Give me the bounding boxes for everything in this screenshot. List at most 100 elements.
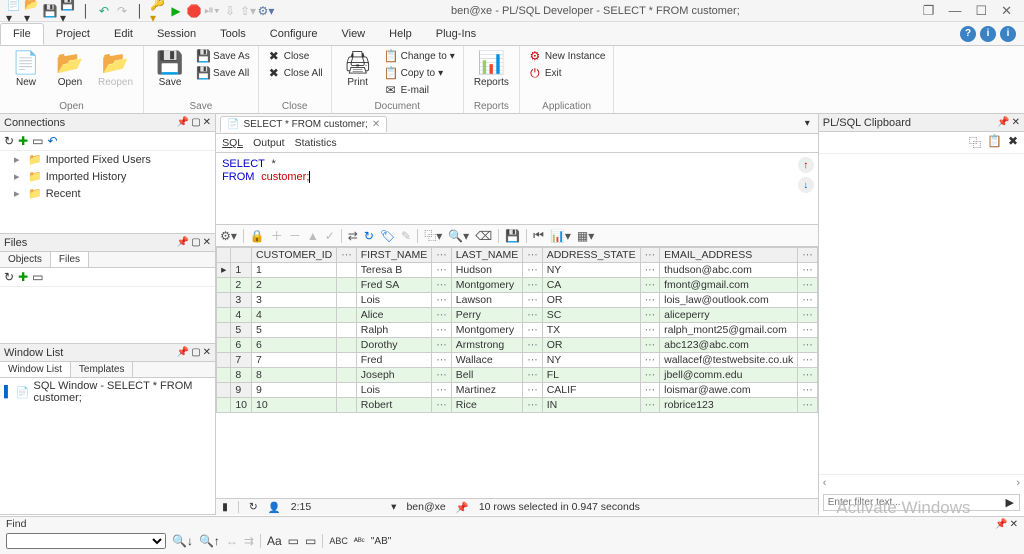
cell[interactable]: Armstrong [451, 338, 522, 353]
column-header[interactable]: FIRST_NAME [356, 248, 432, 263]
cell-menu-icon[interactable]: ⋯ [523, 263, 543, 278]
run-icon[interactable]: ▶ [168, 3, 184, 19]
cell-menu-icon[interactable]: ⋯ [640, 323, 660, 338]
row-selector[interactable]: ▸ [217, 263, 231, 278]
cell[interactable]: Perry [451, 308, 522, 323]
new-button[interactable]: 📄New [6, 48, 46, 90]
cell-menu-icon[interactable]: ⋯ [640, 368, 660, 383]
settings-icon[interactable]: ⚙▾ [258, 3, 274, 19]
tab-files[interactable]: Files [51, 252, 89, 267]
cell[interactable]: lois_law@outlook.com [660, 293, 798, 308]
row-selector[interactable] [217, 293, 231, 308]
add-folder-icon[interactable]: ✚ [18, 270, 28, 284]
cell[interactable]: 6 [252, 338, 337, 353]
table-row[interactable]: 99Lois⋯Martinez⋯CALIF⋯loismar@awe.com⋯ [217, 383, 818, 398]
change-to-button[interactable]: 📋Change to▾ [382, 48, 457, 64]
del-row-icon[interactable]: － [289, 227, 301, 244]
cell-menu-icon[interactable]: ⋯ [640, 293, 660, 308]
child-restore-icon[interactable]: ❐ [919, 3, 939, 19]
column-header[interactable]: LAST_NAME [451, 248, 522, 263]
status-refresh-icon[interactable]: ↻ [249, 501, 258, 513]
table-row[interactable]: 44Alice⋯Perry⋯SC⋯aliceperry⋯ [217, 308, 818, 323]
menu-view[interactable]: View [329, 24, 377, 44]
pin-icon[interactable]: 📌 [997, 117, 1009, 128]
expand-icon[interactable]: ▭ [32, 270, 43, 284]
cell-menu-icon[interactable]: ⋯ [640, 383, 660, 398]
column-menu-icon[interactable]: ⋯ [523, 248, 543, 263]
cell-menu-icon[interactable]: ⋯ [798, 308, 818, 323]
expand-icon[interactable]: ▭ [32, 134, 43, 148]
cell[interactable]: NY [542, 353, 640, 368]
cell-menu-icon[interactable]: ⋯ [640, 263, 660, 278]
cell-menu-icon[interactable]: ⋯ [798, 353, 818, 368]
menu-tools[interactable]: Tools [208, 24, 258, 44]
menu-file[interactable]: File [0, 23, 44, 45]
edit-icon[interactable]: ✎ [401, 229, 411, 243]
tree-item[interactable]: ▸📁Imported Fixed Users [0, 151, 215, 168]
cell[interactable]: 8 [252, 368, 337, 383]
copy-grid-icon[interactable]: ⿻▾ [424, 227, 442, 244]
menu-configure[interactable]: Configure [258, 24, 330, 44]
menu-session[interactable]: Session [145, 24, 208, 44]
cell-menu-icon[interactable]: ⋯ [432, 383, 452, 398]
cell-menu-icon[interactable]: ⋯ [432, 398, 452, 413]
cell-menu-icon[interactable]: ⋯ [432, 263, 452, 278]
open-icon[interactable]: 📂▾ [24, 3, 40, 19]
cell[interactable]: 9 [252, 383, 337, 398]
swap-icon[interactable]: ⇄ [348, 229, 358, 243]
cell[interactable]: fmont@gmail.com [660, 278, 798, 293]
cell[interactable]: Joseph [356, 368, 432, 383]
close-icon[interactable]: ✕ [997, 3, 1016, 19]
cell-menu-icon[interactable]: ⋯ [798, 278, 818, 293]
clip-scroll[interactable]: ‹› [819, 474, 1024, 490]
column-header[interactable]: EMAIL_ADDRESS [660, 248, 798, 263]
cell[interactable]: Lois [356, 383, 432, 398]
cell[interactable]: 2 [252, 278, 337, 293]
cell-menu-icon[interactable]: ⋯ [798, 383, 818, 398]
cell[interactable]: Robert [356, 398, 432, 413]
cell[interactable]: Fred [356, 353, 432, 368]
cell-menu-icon[interactable] [337, 293, 357, 308]
cell[interactable]: Dorothy [356, 338, 432, 353]
cell[interactable]: 4 [252, 308, 337, 323]
maximize-icon[interactable]: ☐ [971, 3, 991, 19]
table-row[interactable]: 88Joseph⋯Bell⋯FL⋯jbell@comm.edu⋯ [217, 368, 818, 383]
tab-close-icon[interactable]: ✕ [372, 119, 380, 130]
cell-menu-icon[interactable]: ⋯ [798, 398, 818, 413]
nav-first-icon[interactable]: ⏮ [533, 228, 544, 243]
cell[interactable]: jbell@comm.edu [660, 368, 798, 383]
table-row[interactable]: ▸11Teresa B⋯Hudson⋯NY⋯thudson@abc.com⋯ [217, 263, 818, 278]
cell[interactable]: thudson@abc.com [660, 263, 798, 278]
menu-project[interactable]: Project [44, 24, 102, 44]
stop-icon[interactable]: 🛑 [186, 3, 202, 19]
save-dd-icon[interactable]: 💾▾ [60, 3, 76, 19]
clear-icon[interactable]: ⌫ [475, 229, 492, 243]
replace-all-icon[interactable]: ⇉ [244, 534, 254, 548]
subtab-statistics[interactable]: Statistics [295, 137, 337, 149]
cell-menu-icon[interactable]: ⋯ [640, 278, 660, 293]
filter-go-icon[interactable]: ▶ [1006, 496, 1014, 509]
cell[interactable]: abc123@abc.com [660, 338, 798, 353]
regex-icon[interactable]: ▭ [288, 534, 299, 548]
cell[interactable]: Rice [451, 398, 522, 413]
tab-objects[interactable]: Objects [0, 252, 51, 267]
find-prev-icon[interactable]: 🔍↑ [199, 534, 220, 548]
cell[interactable]: Bell [451, 368, 522, 383]
row-selector[interactable] [217, 383, 231, 398]
cell-menu-icon[interactable] [337, 308, 357, 323]
find-input[interactable] [6, 533, 166, 549]
cell[interactable]: IN [542, 398, 640, 413]
row-selector[interactable] [217, 308, 231, 323]
reopen-button[interactable]: 📂Reopen [94, 48, 137, 90]
cell-menu-icon[interactable]: ⋯ [640, 308, 660, 323]
cell-menu-icon[interactable] [337, 398, 357, 413]
table-row[interactable]: 66Dorothy⋯Armstrong⋯OR⋯abc123@abc.com⋯ [217, 338, 818, 353]
save-all-button[interactable]: 💾Save All [194, 65, 252, 81]
cell-menu-icon[interactable]: ⋯ [798, 323, 818, 338]
cell-menu-icon[interactable]: ⋯ [640, 398, 660, 413]
opt-abc2-icon[interactable]: ᴬᴮᶜ [354, 536, 365, 546]
find-pin-icon[interactable]: 📌 [995, 519, 1007, 530]
expand-icon[interactable]: ▸ [14, 170, 24, 183]
bookmark-icon[interactable]: 🏷 [380, 229, 395, 243]
doc-tab[interactable]: 📄 SELECT * FROM customer; ✕ [220, 116, 387, 132]
